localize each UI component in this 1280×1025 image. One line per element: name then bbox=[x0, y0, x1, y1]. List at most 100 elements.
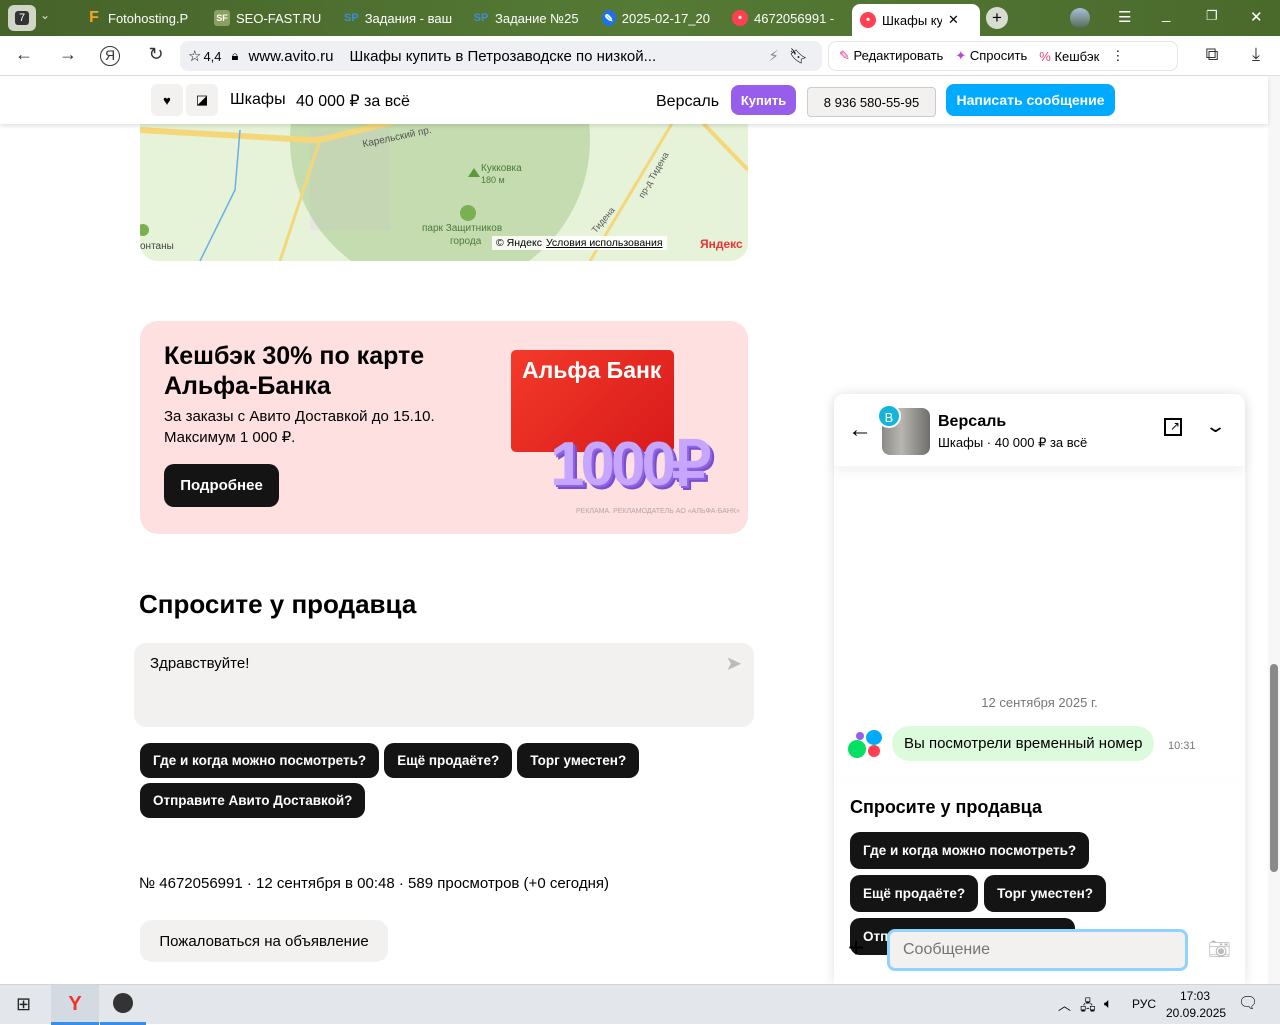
map-terms-link[interactable]: Условия использования bbox=[546, 237, 663, 249]
yandex-icon[interactable]: Я bbox=[100, 46, 120, 66]
language-indicator[interactable]: РУС bbox=[1132, 997, 1156, 1011]
tab-zadaniya[interactable]: SP Задания - ваш bbox=[344, 6, 452, 30]
tray-expand-icon[interactable]: ︿ bbox=[1058, 995, 1071, 1014]
map-label-fontany: онтаны bbox=[140, 241, 174, 252]
back-icon[interactable]: ← bbox=[12, 44, 36, 65]
more-icon[interactable]: ⋮ bbox=[1111, 48, 1124, 64]
close-tab-icon[interactable]: ✕ bbox=[948, 12, 959, 28]
volume-icon[interactable]: 🔈︎ bbox=[1104, 995, 1112, 1012]
seller-name[interactable]: Версаль bbox=[656, 93, 719, 111]
sp-icon: SP bbox=[344, 12, 359, 24]
url-field[interactable]: ☆ 4,4 🔒︎ www.avito.ru Шкафы купить в Петр… bbox=[180, 41, 822, 71]
ad-disclaimer: РЕКЛАМА. РЕКЛАМОДАТЕЛЬ АО «АЛЬФА-БАНК» bbox=[576, 508, 740, 515]
edit-button[interactable]: ✎ Редактировать bbox=[839, 48, 943, 64]
browser-tab-bar: 7 ⌄ F Fotohosting.P SF SEO-FAST.RU SP Задан… bbox=[0, 0, 1280, 36]
menu-icon[interactable]: ☰ bbox=[1118, 8, 1131, 26]
reload-icon[interactable]: ↻ bbox=[144, 44, 168, 65]
minimize-icon[interactable]: _ bbox=[1162, 6, 1170, 23]
listing-info: № 4672056991 · 12 сентября в 00:48 · 589… bbox=[139, 875, 609, 892]
ad-text-2: Максимум 1 000 ₽. bbox=[164, 429, 296, 446]
map[interactable]: Карельский пр. Кукковка 180 м парк Защит… bbox=[140, 110, 748, 261]
tab-avito-item[interactable]: • 4672056991 - bbox=[732, 6, 836, 30]
quick-questions: Где и когда можно посмотреть? Ещё продаё… bbox=[140, 743, 700, 818]
no-tracking-icon[interactable]: ⚡︎ bbox=[768, 47, 779, 65]
cashback-ad-banner[interactable]: Кешбэк 30% по карте Альфа-Банка За заказ… bbox=[140, 321, 748, 534]
map-label-hill-height: 180 м bbox=[481, 175, 505, 185]
tab-counter-button[interactable]: 7 bbox=[8, 5, 36, 31]
ad-amount-graphic: 1000₽ bbox=[550, 430, 711, 499]
collapse-chevron-icon[interactable]: ⌄ bbox=[1204, 416, 1227, 437]
tab-label: 4672056991 - bbox=[754, 10, 835, 26]
app-taskbar-icon[interactable] bbox=[100, 985, 146, 1025]
url-domain: www.avito.ru bbox=[248, 47, 334, 65]
message-textarea[interactable]: Здравствуйте! ➤ bbox=[134, 643, 754, 727]
open-external-icon[interactable]: ↗ bbox=[1164, 418, 1182, 436]
windows-taskbar: ⊞ Y ︿ 🖧︎ 🔈︎ РУС 17:03 20.09.2025 🗨︎ bbox=[0, 984, 1280, 1025]
site-rating: 4,4 bbox=[203, 48, 222, 64]
map-label-park-2: города bbox=[450, 236, 482, 247]
message-text: Здравствуйте! bbox=[150, 655, 250, 672]
chat-quick-question-chip[interactable]: Где и когда можно посмотреть? bbox=[850, 832, 1090, 869]
attach-plus-icon[interactable]: + bbox=[848, 932, 864, 964]
chat-quick-question-chip[interactable]: Ещё продаёте? bbox=[850, 875, 979, 912]
note-button[interactable]: ◪ bbox=[186, 84, 218, 116]
clock-time[interactable]: 17:03 bbox=[1180, 989, 1210, 1003]
tab-fotohosting[interactable]: F Fotohosting.P bbox=[86, 6, 194, 30]
notifications-icon[interactable]: 🗨︎ bbox=[1238, 993, 1258, 1013]
chat-message-input[interactable] bbox=[887, 929, 1188, 971]
collections-icon[interactable]: ⧉ bbox=[1200, 44, 1224, 65]
seller-avatar-badge: В bbox=[877, 404, 901, 428]
tab-seo-fast[interactable]: SF SEO-FAST.RU bbox=[214, 6, 322, 30]
windows-start-icon[interactable]: ⊞ bbox=[16, 994, 31, 1015]
page-scrollbar[interactable] bbox=[1268, 76, 1280, 984]
quick-question-chip[interactable]: Где и когда можно посмотреть? bbox=[140, 743, 380, 778]
edit-label: Редактировать bbox=[853, 48, 944, 63]
yandex-browser-taskbar-icon[interactable]: Y bbox=[51, 985, 99, 1025]
ask-button[interactable]: ✦ Спросить bbox=[955, 48, 1027, 64]
buy-button[interactable]: Купить bbox=[731, 85, 796, 115]
cashback-button[interactable]: % Кешбэк bbox=[1039, 49, 1099, 64]
tab-label: SEO-FAST.RU bbox=[236, 10, 322, 26]
restore-icon[interactable]: ❐ bbox=[1206, 8, 1218, 24]
network-icon[interactable]: 🖧︎ bbox=[1080, 995, 1096, 1019]
quick-question-chip[interactable]: Торг уместен? bbox=[517, 743, 640, 778]
quick-question-chip[interactable]: Ещё продаёте? bbox=[384, 743, 513, 778]
star-icon: ☆ bbox=[188, 48, 202, 65]
tab-label: Задание №25 bbox=[495, 10, 579, 26]
favorite-button[interactable]: ♥ bbox=[151, 84, 183, 116]
close-window-icon[interactable]: ✕ bbox=[1250, 8, 1263, 26]
new-tab-button[interactable]: + bbox=[986, 7, 1008, 29]
pen-icon: ✎ bbox=[602, 10, 616, 26]
profile-avatar[interactable] bbox=[1070, 8, 1090, 28]
alfa-bank-logo: Альфа Банк bbox=[522, 357, 662, 383]
tab-screenshot[interactable]: ✎ 2025-02-17_20 bbox=[602, 6, 710, 30]
tab-label: Шкафы куп bbox=[882, 12, 942, 28]
camera-icon[interactable]: 📷︎ bbox=[1208, 939, 1231, 960]
url-page-title: Шкафы купить в Петрозаводске по низкой..… bbox=[349, 47, 657, 65]
avito-icon: • bbox=[860, 12, 876, 28]
tab-list-chevron-icon[interactable]: ⌄ bbox=[40, 8, 50, 22]
fotohosting-icon: F bbox=[89, 9, 99, 26]
chat-message-bubble: Вы посмотрели временный номер bbox=[892, 726, 1155, 761]
item-title: Шкафы bbox=[230, 91, 286, 108]
forward-icon[interactable]: → bbox=[56, 44, 80, 65]
chat-quick-question-chip[interactable]: Торг уместен? bbox=[984, 875, 1107, 912]
avito-logo-icon bbox=[848, 730, 882, 762]
send-icon[interactable]: ➤ bbox=[725, 651, 742, 676]
tab-label: Fotohosting.P bbox=[108, 10, 189, 26]
yandex-map-logo: Яндекс bbox=[700, 237, 743, 251]
scrollbar-thumb[interactable] bbox=[1270, 664, 1278, 872]
chat-back-icon[interactable]: ← bbox=[848, 416, 872, 444]
tab-count: 7 bbox=[14, 11, 30, 25]
write-message-button[interactable]: Написать сообщение bbox=[946, 84, 1115, 116]
download-icon[interactable]: ⤓ bbox=[1244, 44, 1268, 65]
ad-details-button[interactable]: Подробнее bbox=[164, 464, 279, 507]
tab-avito-active[interactable]: • Шкафы куп ✕ bbox=[852, 4, 980, 36]
tab-zadanie-25[interactable]: SP Задание №25 bbox=[473, 6, 581, 30]
quick-question-chip[interactable]: Отправите Авито Доставкой? bbox=[140, 783, 366, 818]
bookmark-icon[interactable]: 🔖︎ bbox=[789, 47, 808, 65]
ad-text-1: За заказы с Авито Доставкой до 15.10. bbox=[164, 408, 435, 425]
report-button[interactable]: Пожаловаться на объявление bbox=[140, 920, 388, 962]
phone-button[interactable]: 8 936 580-55-95 bbox=[807, 87, 936, 117]
clock-date[interactable]: 20.09.2025 bbox=[1166, 1006, 1226, 1020]
